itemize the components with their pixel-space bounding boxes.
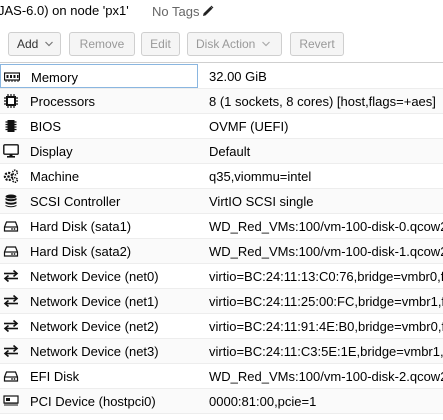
row-key-label: EFI Disk	[30, 369, 80, 384]
key-cell: BIOS	[0, 114, 198, 138]
chevron-down-icon	[262, 41, 271, 47]
key-cell: Memory	[0, 64, 198, 88]
grid-row-network-device-net0[interactable]: Network Device (net0) virtio=BC:24:11:13…	[0, 264, 443, 289]
network-exchange-icon	[3, 319, 19, 333]
grid-row-efi-disk[interactable]: EFI Disk WD_Red_VMs:100/vm-100-disk-2.qc…	[0, 364, 443, 389]
row-value: Default	[209, 144, 251, 159]
key-cell: Network Device (net2)	[0, 314, 198, 338]
row-key-label: Display	[30, 144, 73, 159]
hard-disk-icon	[3, 219, 19, 233]
key-cell: PCI Device (hostpci0)	[0, 389, 198, 413]
key-cell: Machine	[0, 164, 198, 188]
row-value: WD_Red_VMs:100/vm-100-disk-2.qcow2	[209, 369, 443, 384]
hardware-toolbar: Add Remove Edit Disk Action Revert	[0, 28, 443, 63]
memory-icon	[4, 70, 20, 84]
vm-hardware-panel: JAS-6.0) on node 'px1' No Tags Add Remov…	[0, 0, 443, 420]
hard-disk-icon	[3, 369, 19, 383]
row-key-label: Hard Disk (sata1)	[30, 219, 132, 234]
row-key-label: BIOS	[30, 119, 62, 134]
machine-gears-icon	[3, 169, 19, 183]
key-cell: Display	[0, 139, 198, 163]
row-key-label: SCSI Controller	[30, 194, 121, 209]
row-key-label: Memory	[31, 70, 78, 85]
grid-row-memory[interactable]: Memory 32.00 GiB	[0, 64, 443, 89]
row-value: 0000:81:00,pcie=1	[209, 394, 317, 409]
row-key-label: Network Device (net3)	[30, 344, 159, 359]
panel-header: JAS-6.0) on node 'px1' No Tags	[0, 0, 443, 24]
row-value: WD_Red_VMs:100/vm-100-disk-1.qcow2	[209, 244, 443, 259]
row-value: WD_Red_VMs:100/vm-100-disk-0.qcow2	[209, 219, 443, 234]
pci-device-icon	[3, 394, 19, 408]
row-key-label: Network Device (net1)	[30, 294, 159, 309]
row-value: q35,viommu=intel	[209, 169, 312, 184]
network-exchange-icon	[3, 294, 19, 308]
key-cell: EFI Disk	[0, 364, 198, 388]
hard-disk-icon	[3, 244, 19, 258]
remove-button-label: Remove	[79, 37, 125, 51]
revert-button[interactable]: Revert	[290, 32, 344, 56]
key-cell: Network Device (net0)	[0, 264, 198, 288]
grid-row-display[interactable]: Display Default	[0, 139, 443, 164]
chevron-down-icon	[45, 41, 54, 47]
row-value: 8 (1 sockets, 8 cores) [host,flags=+aes]	[209, 94, 436, 109]
row-key-label: Processors	[30, 94, 96, 109]
key-cell: Processors	[0, 89, 198, 113]
add-button-label: Add	[17, 37, 39, 51]
processor-icon	[3, 94, 19, 108]
row-value: 32.00 GiB	[209, 69, 267, 84]
grid-row-processors[interactable]: Processors 8 (1 sockets, 8 cores) [host,…	[0, 89, 443, 114]
disk-action-button[interactable]: Disk Action	[187, 32, 282, 56]
display-monitor-icon	[3, 144, 19, 158]
grid-row-network-device-net1[interactable]: Network Device (net1) virtio=BC:24:11:25…	[0, 289, 443, 314]
edit-button[interactable]: Edit	[141, 32, 180, 56]
pencil-icon[interactable]	[202, 5, 214, 17]
tags-label: No Tags	[152, 3, 200, 19]
key-cell: Network Device (net1)	[0, 289, 198, 313]
grid-row-scsi-controller[interactable]: SCSI Controller VirtIO SCSI single	[0, 189, 443, 214]
edit-button-label: Edit	[150, 37, 171, 51]
row-value: virtio=BC:24:11:13:C0:76,bridge=vmbr0,fi…	[209, 269, 443, 284]
grid-row-hard-disk-sata2[interactable]: Hard Disk (sata2) WD_Red_VMs:100/vm-100-…	[0, 239, 443, 264]
grid-row-bios[interactable]: BIOS OVMF (UEFI)	[0, 114, 443, 139]
row-value: OVMF (UEFI)	[209, 119, 289, 134]
grid-row-hard-disk-sata1[interactable]: Hard Disk (sata1) WD_Red_VMs:100/vm-100-…	[0, 214, 443, 239]
key-cell: Hard Disk (sata2)	[0, 239, 198, 263]
network-exchange-icon	[3, 344, 19, 358]
row-value: VirtIO SCSI single	[209, 194, 314, 209]
revert-button-label: Revert	[299, 37, 335, 51]
bios-chip-icon	[3, 119, 19, 133]
hardware-grid: Memory 32.00 GiB Processors 8 (1 sockets…	[0, 64, 443, 414]
key-cell: Network Device (net3)	[0, 339, 198, 363]
row-key-label: Network Device (net0)	[30, 269, 159, 284]
remove-button[interactable]: Remove	[69, 32, 135, 56]
grid-row-network-device-net2[interactable]: Network Device (net2) virtio=BC:24:11:91…	[0, 314, 443, 339]
row-value: virtio=BC:24:11:25:00:FC,bridge=vmbr1,fi…	[209, 294, 443, 309]
tags-editor[interactable]: No Tags	[152, 2, 214, 20]
row-value: virtio=BC:24:11:C3:5E:1E,bridge=vmbr1,fi…	[209, 344, 443, 359]
key-cell: SCSI Controller	[0, 189, 198, 213]
row-value: virtio=BC:24:11:91:4E:B0,bridge=vmbr0,fi…	[209, 319, 443, 334]
grid-row-network-device-net3[interactable]: Network Device (net3) virtio=BC:24:11:C3…	[0, 339, 443, 364]
network-exchange-icon	[3, 269, 19, 283]
grid-row-machine[interactable]: Machine q35,viommu=intel	[0, 164, 443, 189]
vm-title: JAS-6.0) on node 'px1'	[0, 3, 129, 18]
row-key-label: PCI Device (hostpci0)	[30, 394, 156, 409]
scsi-database-icon	[3, 194, 19, 208]
row-key-label: Network Device (net2)	[30, 319, 159, 334]
row-key-label: Hard Disk (sata2)	[30, 244, 132, 259]
key-cell: Hard Disk (sata1)	[0, 214, 198, 238]
add-button[interactable]: Add	[8, 32, 61, 56]
disk-action-button-label: Disk Action	[196, 37, 256, 51]
grid-row-pci-device-hostpci0[interactable]: PCI Device (hostpci0) 0000:81:00,pcie=1	[0, 389, 443, 414]
row-key-label: Machine	[30, 169, 80, 184]
